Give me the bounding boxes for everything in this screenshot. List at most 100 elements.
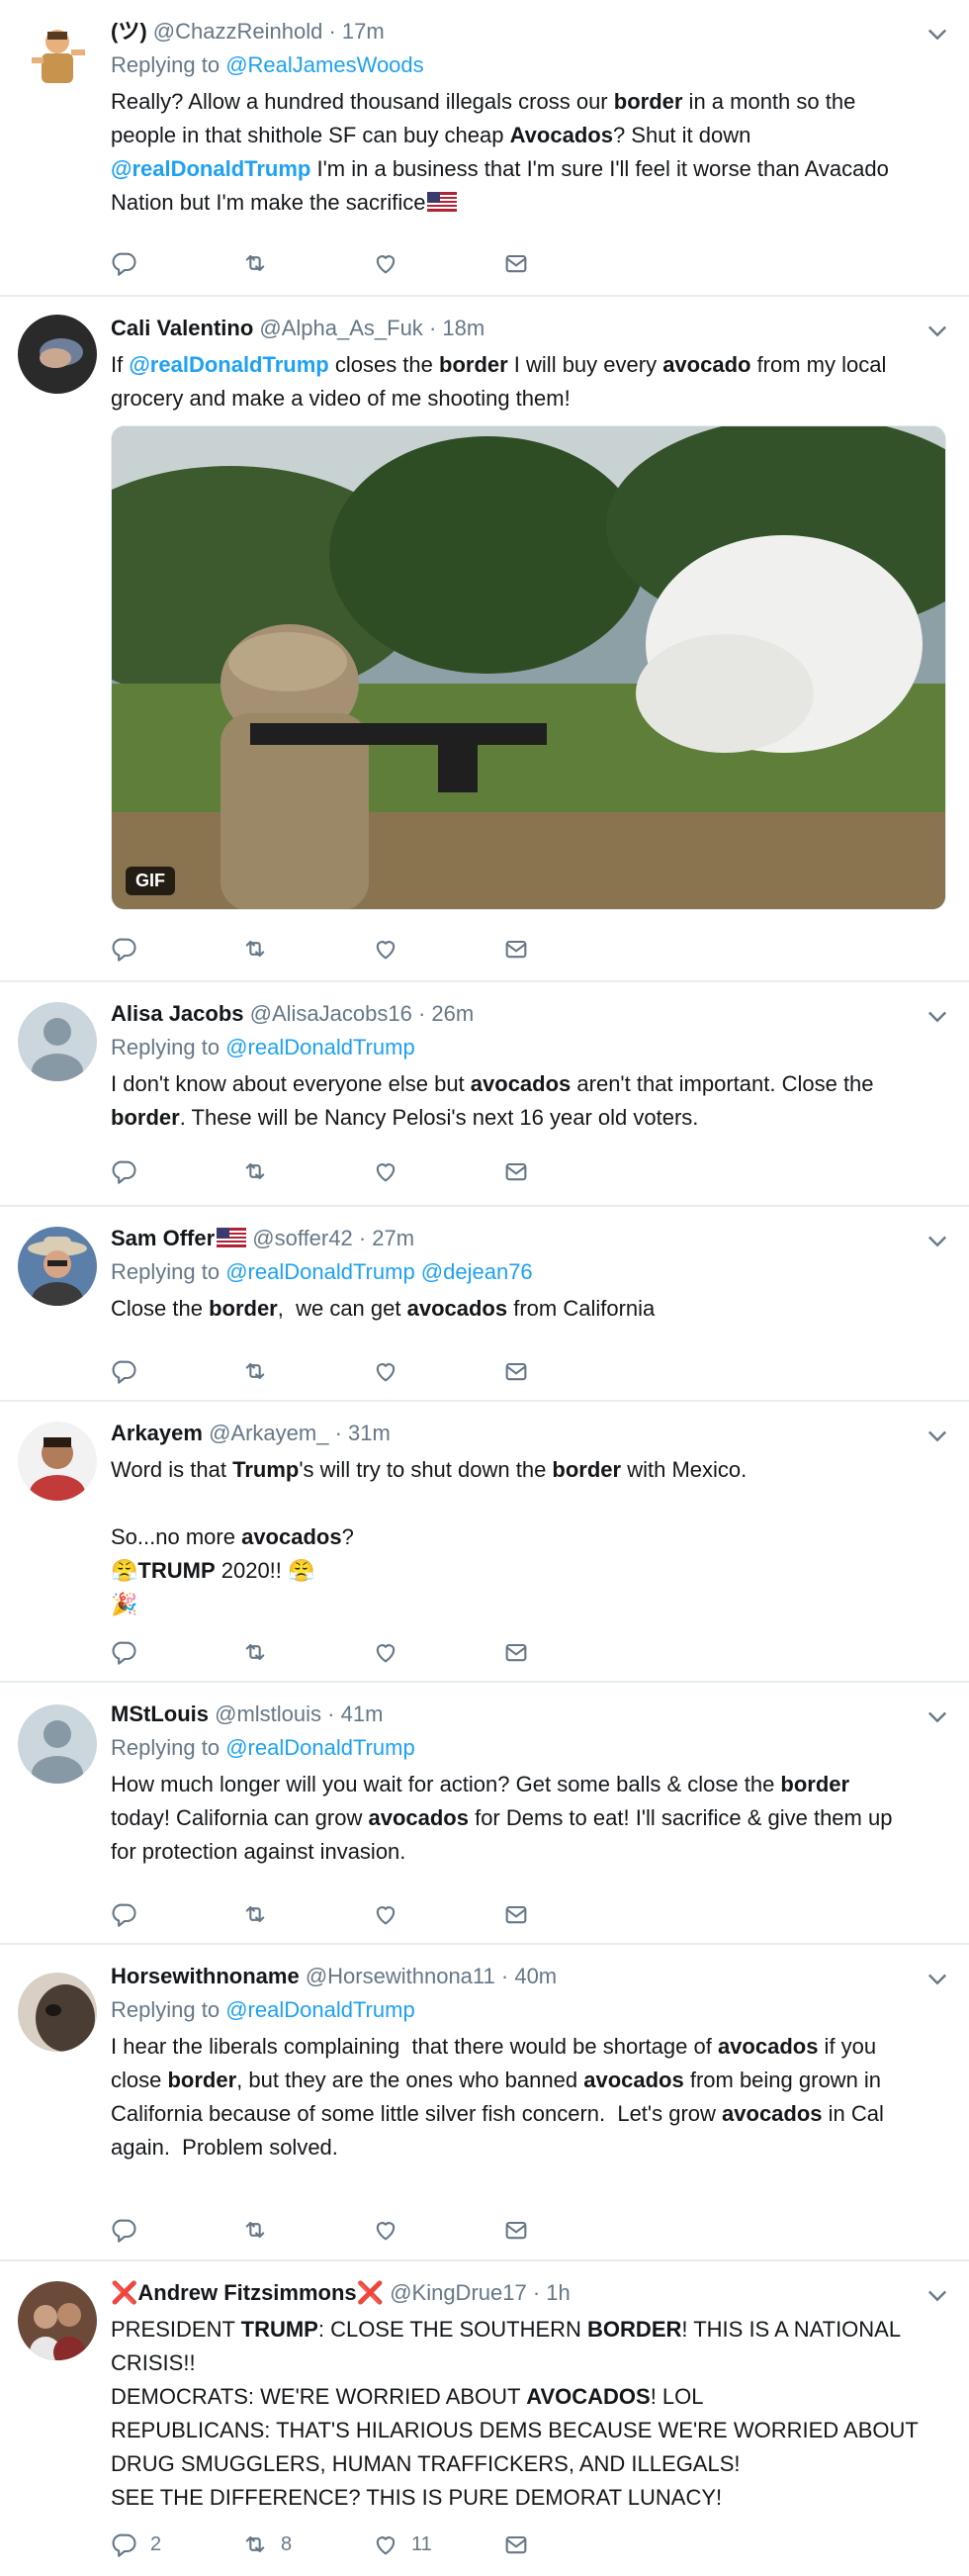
reply-button[interactable] [111,2214,138,2246]
avatar[interactable] [18,1002,97,1081]
mention-link[interactable]: @realDonaldTrump [129,352,328,377]
user-handle[interactable]: @mlstlouis [215,1702,321,1726]
avatar[interactable] [18,1973,97,2052]
chevron-down-icon[interactable] [924,1227,951,1254]
display-name[interactable]: Alisa Jacobs [111,1001,244,1026]
like-button[interactable] [372,1355,399,1387]
separator-dot: · [428,316,437,340]
chevron-down-icon[interactable] [924,1965,951,1992]
tweet-content: Cali Valentino @Alpha_As_Fuk · 18m If @r… [111,313,929,415]
like-button[interactable]: 11 [372,2529,432,2560]
timestamp[interactable]: 26m [431,1001,474,1026]
tweet-text: I don't know about everyone else but avo… [111,1067,929,1135]
display-name[interactable]: Horsewithnoname [111,1964,300,1988]
user-handle[interactable]: @KingDrue17 [390,2280,527,2305]
avatar[interactable] [18,315,97,394]
reply-button[interactable] [111,1155,138,1187]
mention-link[interactable]: @realDonaldTrump [111,156,310,181]
retweet-button[interactable]: 8 [241,2529,292,2560]
like-button[interactable] [372,1155,399,1187]
tweet-gif[interactable]: GIF [111,425,946,910]
retweet-button[interactable] [241,1155,269,1187]
replying-to: Replying to @realDonaldTrump [111,1994,929,2026]
dm-button[interactable] [502,1355,530,1387]
like-button[interactable] [372,1636,399,1668]
user-handle[interactable]: @soffer42 [252,1226,352,1250]
avatar[interactable] [18,2281,97,2360]
like-button[interactable] [372,2214,399,2246]
dm-button[interactable] [502,2214,530,2246]
user-handle[interactable]: @Arkayem_ [209,1421,328,1445]
avatar[interactable] [18,1227,97,1306]
user-handle[interactable]: @Alpha_As_Fuk [259,316,422,340]
chevron-down-icon[interactable] [924,1422,951,1449]
timestamp[interactable]: 27m [372,1226,414,1250]
highlighted-keyword: TRUMP [137,1558,216,1583]
retweet-button[interactable] [241,1898,269,1930]
highlighted-keyword: TRUMP [240,2317,318,2342]
retweet-button[interactable] [241,247,269,279]
retweet-button[interactable] [241,2214,269,2246]
timestamp[interactable]: 17m [342,19,385,44]
chevron-down-icon[interactable] [924,2281,951,2309]
timestamp[interactable]: 31m [348,1421,391,1445]
like-button[interactable] [372,1898,399,1930]
timestamp[interactable]: 1h [546,2280,570,2305]
timestamp[interactable]: 18m [442,316,484,340]
display-name[interactable]: Cali Valentino [111,316,253,340]
like-button[interactable] [372,247,399,279]
reply-button[interactable]: 2 [111,2529,161,2560]
user-handle[interactable]: @Horsewithnona11 [306,1964,495,1988]
display-name[interactable]: Arkayem [111,1421,203,1445]
display-name[interactable]: Sam Offer [111,1226,215,1250]
reply-mention[interactable]: @realDonaldTrump [225,1735,414,1760]
like-icon [376,1363,396,1382]
chevron-down-icon[interactable] [924,20,951,47]
like-button[interactable] [372,933,399,965]
avatar[interactable] [18,18,97,97]
chevron-down-icon[interactable] [924,317,951,344]
reply-icon [112,1903,136,1927]
dm-button[interactable] [502,1155,530,1187]
user-handle[interactable]: @ChazzReinhold [153,19,323,44]
retweet-button[interactable] [241,933,269,965]
reply-button[interactable] [111,247,138,279]
retweet-button[interactable] [241,1355,269,1387]
reply-button[interactable] [111,933,138,965]
display-name[interactable]: Andrew Fitzsimmons [137,2280,356,2305]
reply-mention[interactable]: @realDonaldTrump [225,1997,414,2022]
avatar[interactable] [18,1704,97,1784]
dm-button[interactable] [502,1898,530,1930]
chevron-down-icon[interactable] [924,1002,951,1030]
dm-button[interactable] [502,933,530,965]
reply-button[interactable] [111,1636,138,1668]
dm-button[interactable] [502,247,530,279]
reply-icon [112,1641,136,1665]
dm-button[interactable] [502,1636,530,1668]
display-name[interactable]: (ツ) [111,19,147,44]
timestamp[interactable]: 40m [514,1964,557,1988]
reply-mention[interactable]: @RealJamesWoods [225,52,423,77]
red-x-icon: ❌ [356,2280,385,2305]
reply-mention[interactable]: @realDonaldTrump @dejean76 [225,1259,532,1284]
tweet-text-segment: from California [507,1296,656,1321]
reply-mention[interactable]: @realDonaldTrump [225,1035,414,1059]
chevron-down-icon[interactable] [924,1702,951,1730]
dm-icon [505,1162,527,1181]
reply-prefix: Replying to [111,52,220,77]
user-handle[interactable]: @AlisaJacobs16 [250,1001,412,1026]
reply-button[interactable] [111,1898,138,1930]
display-name[interactable]: MStLouis [111,1702,209,1726]
retweet-button[interactable] [241,1636,269,1668]
tweet-text-segment: today! California can grow [111,1805,363,1830]
tweet-header: MStLouis @mlstlouis · 41m [111,1699,929,1730]
avatar[interactable] [18,1422,97,1501]
dm-button[interactable] [502,2529,530,2560]
tweet-actions [111,1155,605,1187]
highlighted-keyword: AVOCADOS [526,2384,651,2409]
reply-button[interactable] [111,1355,138,1387]
timestamp[interactable]: 41m [341,1702,384,1726]
dm-icon [505,1643,527,1662]
reply-icon [112,2219,136,2243]
reply-icon [112,938,136,962]
